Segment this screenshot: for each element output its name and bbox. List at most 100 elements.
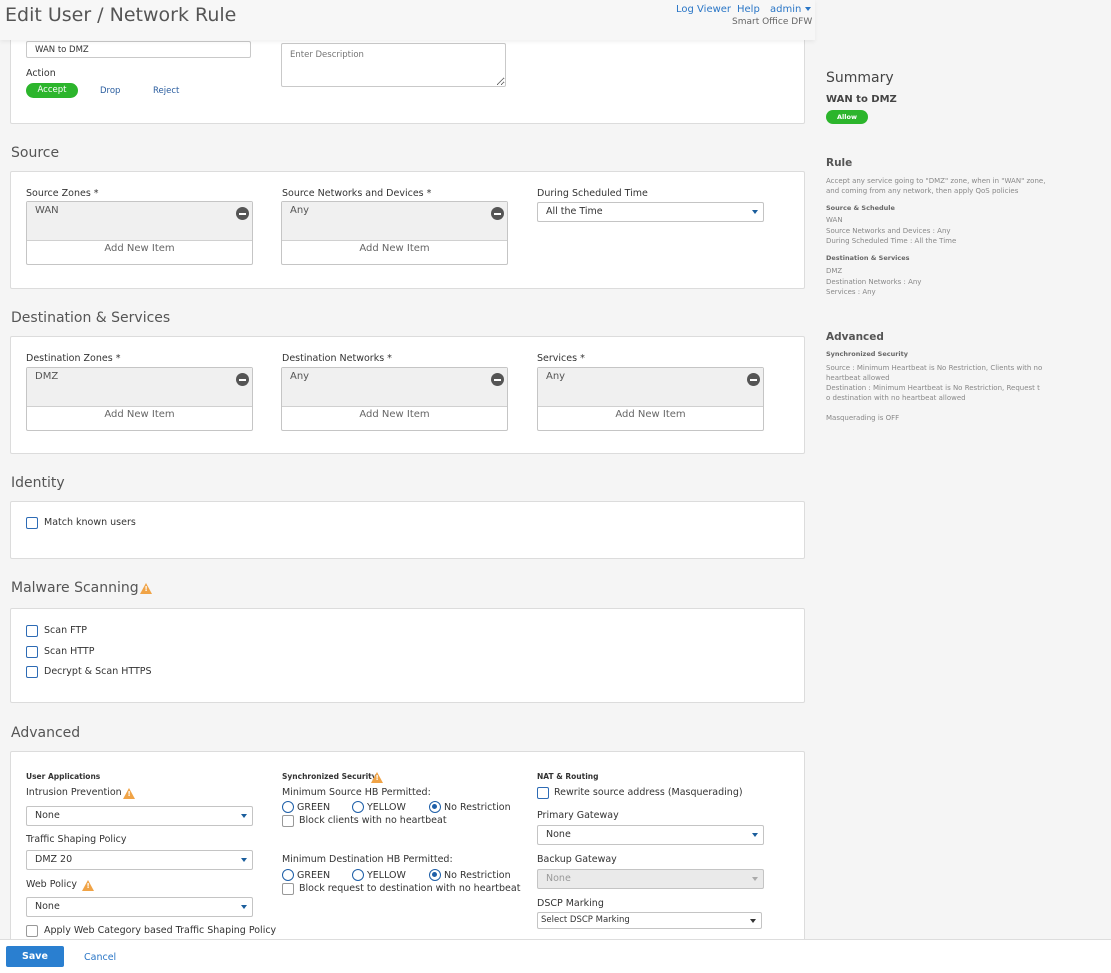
intrusion-prevention-label: Intrusion Prevention [26,787,122,798]
block-clients-checkbox[interactable] [282,815,294,827]
dest-green-label: GREEN [297,870,331,881]
summary-source-line: WAN [826,216,843,224]
add-new-item-button[interactable]: Add New Item [538,409,763,420]
add-new-item-button[interactable]: Add New Item [282,243,507,254]
traffic-shaping-value: DMZ 20 [35,854,73,865]
scan-http-checkbox[interactable] [26,646,38,658]
remove-icon[interactable] [491,207,504,220]
source-networks-label: Source Networks and Devices * [282,188,432,199]
remove-icon[interactable] [236,373,249,386]
primary-gateway-value: None [546,829,571,840]
services-list: Any Add New Item [537,367,764,431]
masquerading-checkbox[interactable] [537,787,549,799]
summary-source-line: Source Networks and Devices : Any [826,227,951,235]
cancel-button[interactable]: Cancel [84,952,116,963]
summary-source-line: During Scheduled Time : All the Time [826,237,957,245]
dest-yellow-radio[interactable] [352,869,364,881]
save-button[interactable]: Save [6,946,64,967]
scan-ftp-checkbox[interactable] [26,625,38,637]
remove-icon[interactable] [491,373,504,386]
summary-dest-heading: Destination & Services [826,254,910,262]
summary-sync-line: Source : Minimum Heartbeat is No Restric… [826,364,1043,372]
scan-http-label: Scan HTTP [44,646,95,657]
match-users-label: Match known users [44,517,136,528]
remove-icon[interactable] [236,207,249,220]
warning-icon [82,880,94,891]
destination-section-title: Destination & Services [11,310,171,326]
source-networks-list: Any Add New Item [281,201,508,265]
malware-card [10,608,805,703]
summary-advanced-heading: Advanced [826,331,884,343]
primary-gateway-select[interactable]: None [537,825,764,845]
source-no-restriction-label: No Restriction [444,802,511,813]
web-policy-select[interactable]: None [26,897,253,917]
intrusion-prevention-select[interactable]: None [26,806,253,826]
source-green-label: GREEN [297,802,331,813]
remove-icon[interactable] [747,373,760,386]
add-new-item-button[interactable]: Add New Item [282,409,507,420]
schedule-value: All the Time [546,206,603,217]
match-users-checkbox[interactable] [26,517,38,529]
accept-button[interactable]: Accept [26,83,78,98]
list-item: Any [538,368,763,407]
scan-ftp-label: Scan FTP [44,625,87,636]
admin-menu[interactable]: admin [770,4,811,15]
allow-badge: Allow [826,110,868,124]
footer-bar: Save Cancel [0,939,1111,973]
malware-title-text: Malware Scanning [11,580,139,596]
page-header: Edit User / Network Rule Log Viewer Help… [0,0,815,40]
dest-green-radio[interactable] [282,869,294,881]
web-policy-value: None [35,901,60,912]
source-zone-item: WAN [35,205,59,216]
source-section-title: Source [11,145,60,161]
dest-no-restriction-radio[interactable] [429,869,441,881]
dscp-marking-select[interactable]: Select DSCP Marking [537,912,762,929]
summary-source-heading: Source & Schedule [826,204,895,212]
summary-rule-name: WAN to DMZ [826,94,897,105]
action-label: Action [26,68,56,79]
summary-rule-heading: Rule [826,157,853,169]
log-viewer-link[interactable]: Log Viewer [676,4,731,15]
service-item: Any [546,371,566,382]
page-title: Edit User / Network Rule [5,4,237,26]
block-request-checkbox[interactable] [282,883,294,895]
source-network-item: Any [290,205,310,216]
schedule-select[interactable]: All the Time [537,202,764,222]
web-category-checkbox[interactable] [26,925,38,937]
add-new-item-button[interactable]: Add New Item [27,243,252,254]
backup-gateway-select[interactable]: None [537,869,764,889]
chevron-down-icon [241,814,247,818]
description-textarea[interactable] [281,43,506,87]
summary-dest-line: Destination Networks : Any [826,278,922,286]
source-yellow-radio[interactable] [352,801,364,813]
nat-routing-heading: NAT & Routing [537,772,599,781]
schedule-label: During Scheduled Time [537,188,648,199]
summary-title: Summary [826,70,894,86]
dscp-marking-value: Select DSCP Marking [541,915,630,925]
source-no-restriction-radio[interactable] [429,801,441,813]
backup-gateway-value: None [546,873,571,884]
destination-zones-list: DMZ Add New Item [26,367,253,431]
chevron-down-icon [241,858,247,862]
sync-security-heading: Synchronized Security [282,772,377,781]
traffic-shaping-label: Traffic Shaping Policy [26,834,127,845]
drop-button[interactable]: Drop [100,86,120,96]
block-clients-label: Block clients with no heartbeat [299,815,447,826]
services-label: Services * [537,353,585,364]
web-policy-label: Web Policy [26,879,78,890]
intrusion-prevention-value: None [35,810,60,821]
add-new-item-button[interactable]: Add New Item [27,409,252,420]
decrypt-https-checkbox[interactable] [26,666,38,678]
help-link[interactable]: Help [737,4,760,15]
chevron-down-icon [750,919,756,923]
chevron-down-icon [752,210,758,214]
source-zones-label: Source Zones * [26,188,99,199]
malware-section-title: Malware Scanning [11,580,139,596]
destination-networks-list: Any Add New Item [281,367,508,431]
rule-name-input[interactable] [26,41,251,58]
chevron-down-icon [804,7,811,11]
source-green-radio[interactable] [282,801,294,813]
reject-button[interactable]: Reject [153,86,179,96]
traffic-shaping-select[interactable]: DMZ 20 [26,850,253,870]
warning-icon [140,583,152,594]
